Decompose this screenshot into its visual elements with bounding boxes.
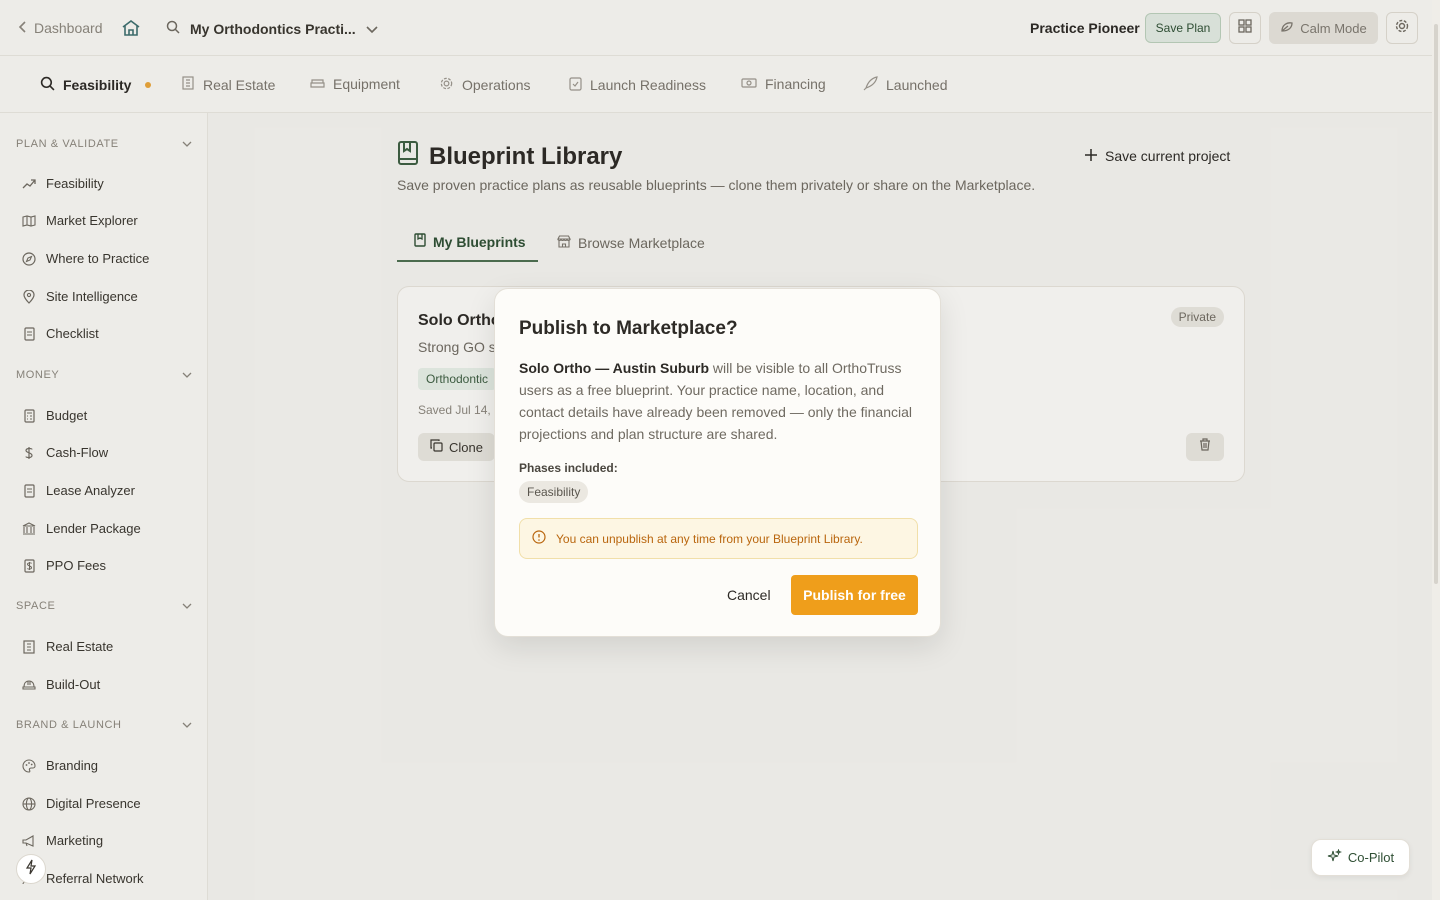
publish-dialog: Publish to Marketplace? Solo Ortho — Aus…: [494, 288, 941, 637]
dialog-body: Solo Ortho — Austin Suburb will be visib…: [519, 357, 919, 445]
note-text: You can unpublish at any time from your …: [556, 531, 863, 546]
copilot-label: Co-Pilot: [1347, 850, 1395, 865]
dialog-title: Publish to Marketplace?: [519, 318, 738, 339]
lightning-icon: [25, 859, 37, 880]
blueprint-name: Solo Ortho — Austin Suburb: [519, 360, 710, 376]
sparkles-icon: [1327, 847, 1342, 867]
unpublish-note: You can unpublish at any time from your …: [519, 518, 918, 559]
quick-actions-button[interactable]: [16, 854, 46, 884]
phases-included-label: Phases included:: [519, 461, 618, 475]
cancel-button[interactable]: Cancel: [715, 576, 783, 614]
scrollbar-thumb[interactable]: [1434, 24, 1438, 584]
copilot-button[interactable]: Co-Pilot: [1311, 839, 1410, 876]
phase-chip: Feasibility: [519, 481, 589, 503]
info-icon: [532, 530, 546, 547]
publish-for-free-button[interactable]: Publish for free: [791, 575, 918, 615]
